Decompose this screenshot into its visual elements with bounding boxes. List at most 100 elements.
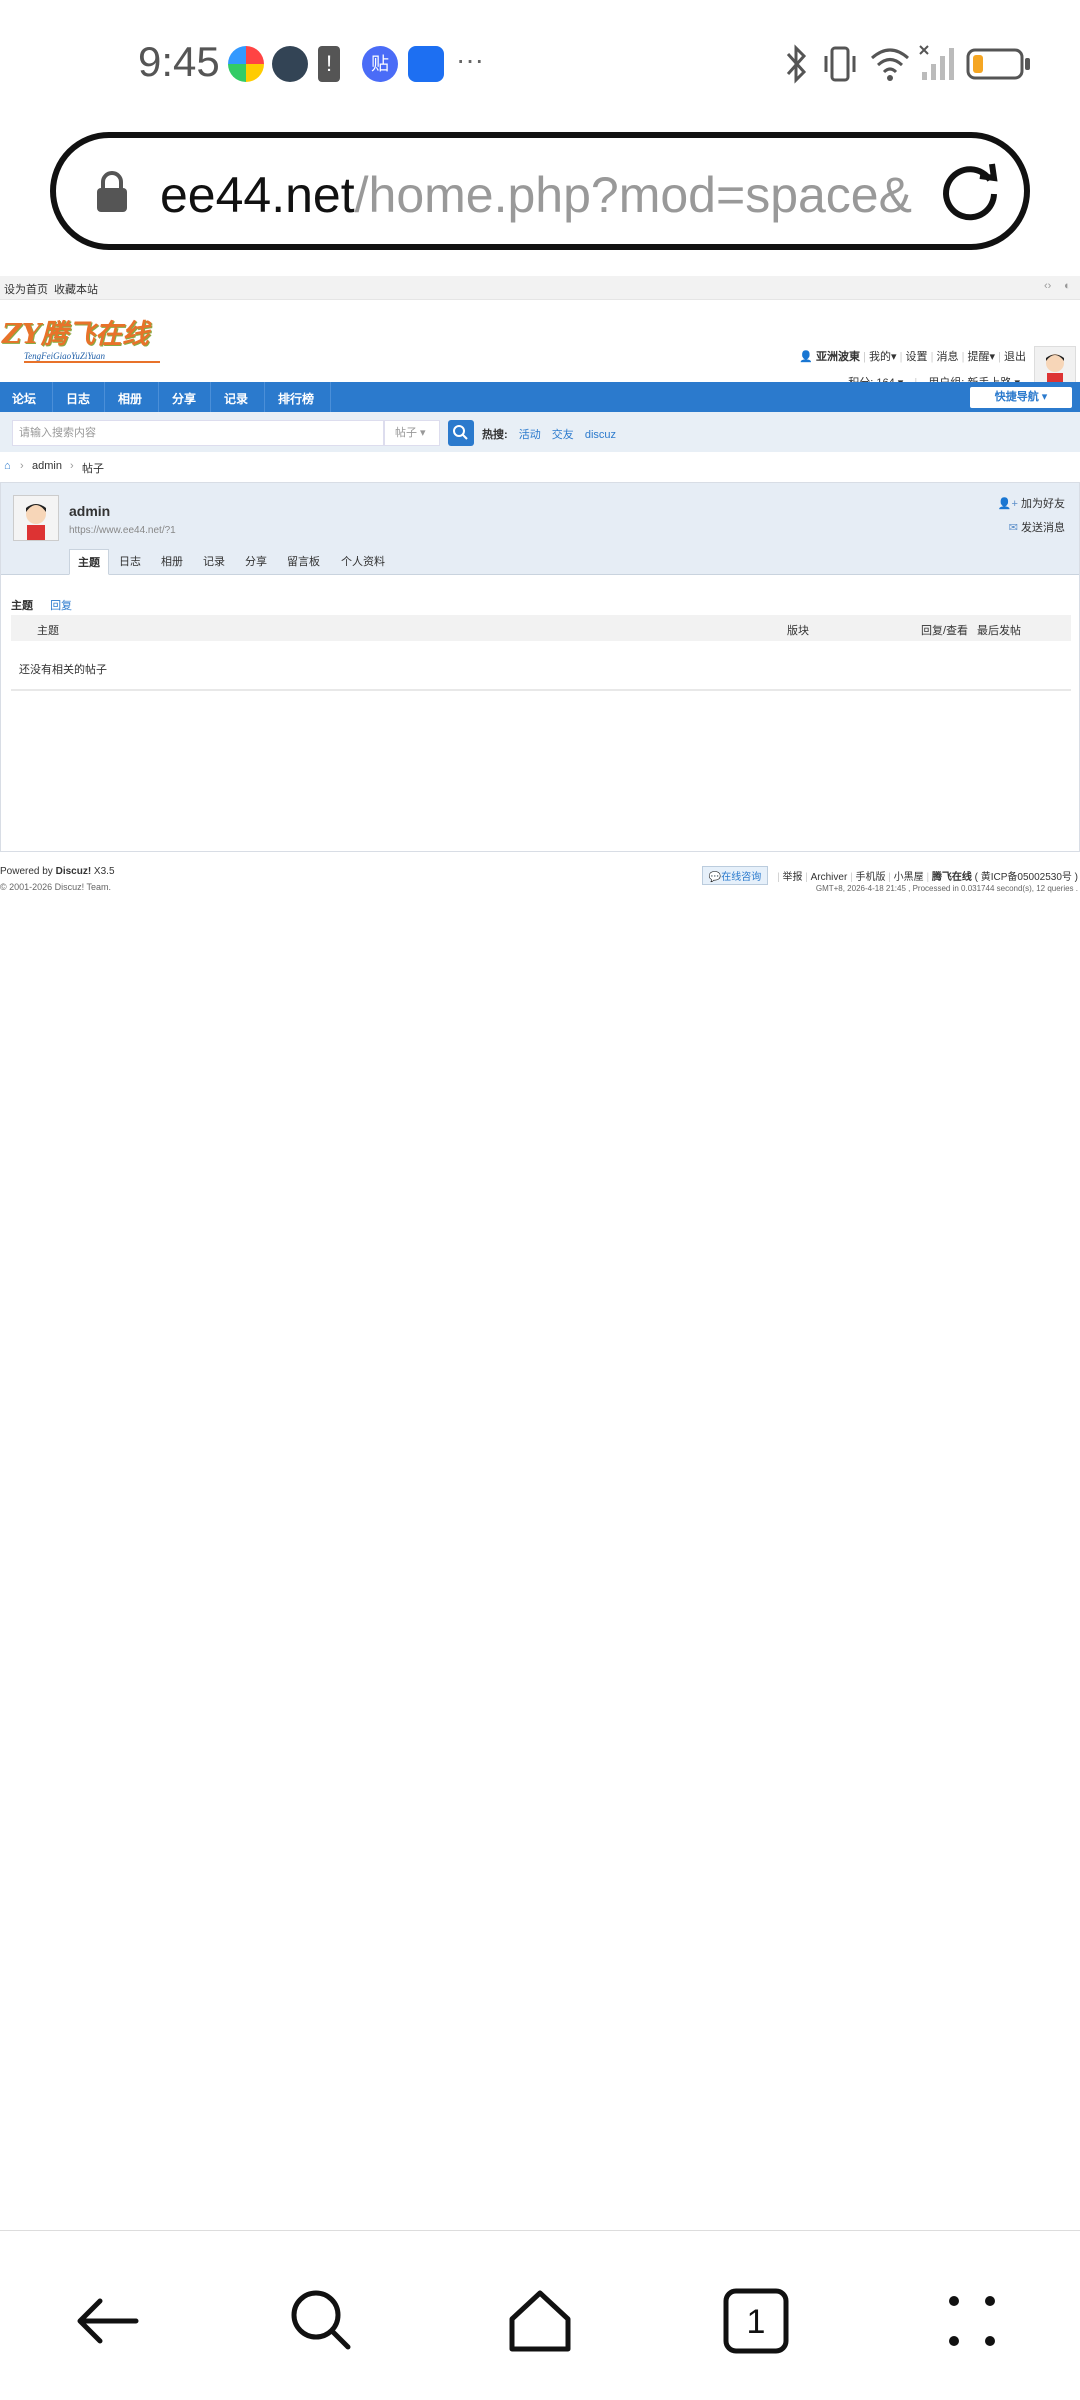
add-friend-button[interactable]: 👤+ 加为好友 xyxy=(998,495,1065,511)
lock-icon xyxy=(97,171,127,212)
tab-doing[interactable]: 记录 xyxy=(195,549,233,575)
hot-search-item[interactable]: 活动 xyxy=(519,429,541,441)
user-menu: 👤 亚洲波東 | 我的▾ | 设置 | 消息 | 提醒▾ | 退出 xyxy=(799,351,1026,363)
main-nav: 论坛 日志 相册 分享 记录 排行榜 快捷导航 ▾ xyxy=(0,382,1080,412)
hot-search-item[interactable]: discuz xyxy=(585,429,616,441)
avatar-icon xyxy=(272,46,308,82)
copyright: © 2001-2026 Discuz! Team. xyxy=(0,882,112,892)
site-topbar: 设为首页 收藏本站 ‹› ◐ xyxy=(0,276,1080,300)
palette-icon[interactable]: ◐ xyxy=(1064,280,1071,292)
bookmark-link[interactable]: 收藏本站 xyxy=(54,281,98,297)
breadcrumb-item[interactable]: admin xyxy=(32,460,62,472)
search-bar: 请输入搜索内容 帖子 ▾ 热搜: 活动 交友 discuz xyxy=(0,412,1080,452)
thread-table-header: 主题 版块 回复/查看 最后发帖 xyxy=(11,615,1071,641)
alert-icon: ! xyxy=(318,46,340,82)
report-link[interactable]: 举报 xyxy=(782,872,802,883)
nav-item-blog[interactable]: 日志 xyxy=(66,390,90,407)
add-friend-icon: 👤+ xyxy=(997,498,1018,510)
site-name-link[interactable]: 腾飞在线 xyxy=(932,872,972,883)
messages-link[interactable]: 消息 xyxy=(937,351,959,363)
more-dots-icon: ··· xyxy=(456,44,484,75)
battery-icon xyxy=(966,48,1030,80)
lightbulb-icon xyxy=(408,46,444,82)
browser-bottom-nav: 1 xyxy=(0,2230,1080,2400)
tab-blog[interactable]: 日志 xyxy=(111,549,149,575)
logo-main: ZY腾飞在线 xyxy=(2,319,149,350)
search-input[interactable]: 请输入搜索内容 xyxy=(12,420,384,446)
search-type-select[interactable]: 帖子 ▾ xyxy=(384,420,440,446)
tab-profile[interactable]: 个人资料 xyxy=(333,549,393,575)
profile-panel: admin https://www.ee44.net/?1 👤+ 加为好友 ✉ … xyxy=(0,482,1080,852)
wifi-icon xyxy=(871,48,909,81)
set-home-link[interactable]: 设为首页 xyxy=(4,281,48,297)
profile-name: admin xyxy=(69,503,111,519)
nav-item-doing[interactable]: 记录 xyxy=(224,390,248,407)
consult-button[interactable]: 💬在线咨询 xyxy=(701,866,769,885)
hot-search-item[interactable]: 交友 xyxy=(552,429,574,441)
footer-stats: GMT+8, 2026-4-18 21:45 , Processed in 0.… xyxy=(815,884,1078,893)
signal-icon xyxy=(919,45,954,80)
powered-by: Powered by Discuz! X3.5 xyxy=(0,866,115,877)
mobile-link[interactable]: 手机版 xyxy=(855,872,885,883)
hot-search-label: 热搜: xyxy=(482,429,508,441)
nav-item-forum[interactable]: 论坛 xyxy=(12,390,36,407)
icp-link[interactable]: ( 黄ICP备05002530号 ) xyxy=(975,872,1078,883)
send-message-button[interactable]: ✉ 发送消息 xyxy=(1009,519,1065,535)
tieba-icon: 贴 xyxy=(362,46,398,82)
code-icon[interactable]: ‹› xyxy=(1044,280,1051,292)
tab-share[interactable]: 分享 xyxy=(237,549,275,575)
svg-text:1: 1 xyxy=(747,2303,766,2341)
back-icon[interactable] xyxy=(72,2285,144,2357)
site-logo[interactable]: ZY腾飞在线 TengFeiGiaoYuZiYuan xyxy=(2,312,160,363)
column-header: 版块 xyxy=(787,625,809,637)
tab-threads[interactable]: 主题 xyxy=(69,549,109,575)
archiver-link[interactable]: Archiver xyxy=(811,872,848,883)
username-link[interactable]: 亚洲波東 xyxy=(816,351,860,363)
nav-item-album[interactable]: 相册 xyxy=(118,390,142,407)
column-header: 回复/查看 xyxy=(921,625,969,637)
status-bar: 9:45 ! 贴 ··· xyxy=(0,0,1080,130)
search-icon[interactable] xyxy=(286,2285,358,2357)
profile-avatar[interactable] xyxy=(13,495,59,541)
user-icon: 👤 xyxy=(799,351,813,363)
chat-icon: 💬 xyxy=(708,872,722,883)
footer-links: 💬在线咨询 | 举报 | Archiver | 手机版 | 小黑屋 | 腾飞在线… xyxy=(701,866,1078,885)
home-icon[interactable] xyxy=(504,2285,576,2357)
site-header: ZY腾飞在线 TengFeiGiaoYuZiYuan 👤 亚洲波東 | 我的▾ … xyxy=(0,300,1080,389)
home-icon[interactable]: ⌂ xyxy=(4,460,11,472)
reload-icon[interactable] xyxy=(936,158,1004,226)
hot-search: 热搜: 活动 交友 discuz xyxy=(482,426,616,442)
status-time: 9:45 xyxy=(138,38,220,85)
profile-url[interactable]: https://www.ee44.net/?1 xyxy=(69,525,176,536)
address-bar[interactable]: ee44.net/home.php?mod=space& xyxy=(50,132,1030,250)
bluetooth-icon xyxy=(786,44,807,84)
my-menu[interactable]: 我的▾ xyxy=(869,351,897,363)
darkroom-link[interactable]: 小黑屋 xyxy=(894,872,924,883)
thread-subtabs: 主题 回复 xyxy=(11,597,72,613)
nav-item-ranklist[interactable]: 排行榜 xyxy=(278,390,314,407)
tab-album[interactable]: 相册 xyxy=(153,549,191,575)
url-text[interactable]: ee44.net/home.php?mod=space& xyxy=(160,166,912,224)
quick-nav-button[interactable]: 快捷导航 ▾ xyxy=(970,387,1072,408)
logo-sub: TengFeiGiaoYuZiYuan xyxy=(24,351,160,363)
reminders-menu[interactable]: 提醒▾ xyxy=(967,351,995,363)
subtab-threads[interactable]: 主题 xyxy=(11,600,33,612)
divider xyxy=(11,689,1071,691)
tabs-icon[interactable]: 1 xyxy=(720,2285,792,2357)
tab-wall[interactable]: 留言板 xyxy=(279,549,328,575)
settings-link[interactable]: 设置 xyxy=(906,351,928,363)
site-footer: Powered by Discuz! X3.5 © 2001-2026 Disc… xyxy=(0,864,1080,904)
url-path: /home.php?mod=space& xyxy=(354,167,912,223)
discuz-link[interactable]: Discuz! xyxy=(56,866,92,877)
search-icon xyxy=(453,425,468,440)
logout-link[interactable]: 退出 xyxy=(1004,351,1026,363)
mail-icon: ✉ xyxy=(1008,522,1018,534)
subtab-replies[interactable]: 回复 xyxy=(50,600,72,612)
menu-icon[interactable] xyxy=(936,2285,1008,2357)
url-host: ee44.net xyxy=(160,167,355,223)
app-icon-colorful xyxy=(228,46,264,82)
search-button[interactable] xyxy=(448,420,474,446)
nav-item-share[interactable]: 分享 xyxy=(172,390,196,407)
vibrate-icon xyxy=(824,46,856,82)
empty-message: 还没有相关的帖子 xyxy=(19,664,107,676)
